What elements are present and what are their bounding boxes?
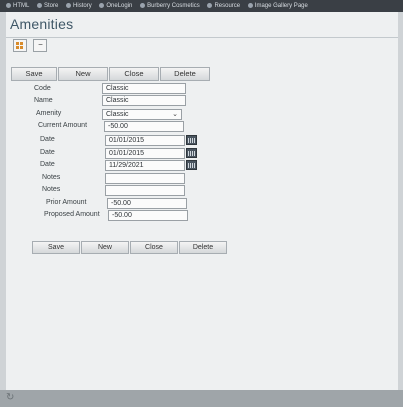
date3-label: Date	[40, 161, 55, 168]
notes1-field[interactable]	[105, 173, 185, 184]
bookmark-store[interactable]: Store	[37, 0, 58, 12]
bookmark-label: Resource	[214, 3, 241, 9]
date2-label: Date	[40, 149, 55, 156]
reload-icon[interactable]: ↻	[6, 393, 16, 403]
bookmark-html[interactable]: HTML	[6, 0, 29, 12]
close-button[interactable]: Close	[109, 67, 159, 81]
notes1-label: Notes	[42, 174, 61, 181]
bookmark-icon	[99, 2, 105, 8]
calendar-icon[interactable]	[186, 160, 197, 170]
date3-field[interactable]: 11/29/2021	[105, 160, 185, 171]
new-button[interactable]: New	[58, 67, 108, 81]
title-divider	[6, 37, 398, 38]
grid-icon	[16, 42, 24, 49]
calendar-icon[interactable]	[186, 135, 197, 145]
bookmark-icon	[207, 2, 213, 8]
save-button[interactable]: Save	[11, 67, 57, 81]
delete-button[interactable]: Delete	[160, 67, 210, 81]
top-action-bar: Save New Close Delete	[11, 63, 211, 81]
notes2-field[interactable]	[105, 185, 185, 196]
screen-bezel	[0, 390, 403, 407]
bookmark-icon	[66, 2, 72, 8]
amenity-select-value: Classic	[106, 111, 129, 118]
bookmark-label: History	[73, 3, 92, 9]
notes2-label: Notes	[42, 186, 61, 193]
new-button[interactable]: New	[81, 241, 129, 254]
chevron-down-icon: ⌄	[172, 111, 178, 118]
current-amount-label: Current Amount	[38, 122, 88, 129]
bookmark-icon	[37, 2, 43, 8]
page-title: Amenities	[10, 16, 74, 32]
bookmark-onelogin[interactable]: OneLogin	[99, 0, 132, 12]
bookmark-label: Burberry Cosmetics	[147, 3, 200, 9]
prior-amount-field[interactable]: -50.00	[107, 198, 187, 209]
date1-field[interactable]: 01/01/2015	[105, 135, 185, 146]
current-amount-field[interactable]: -50.00	[104, 121, 184, 132]
bookmark-burberry[interactable]: Burberry Cosmetics	[140, 0, 200, 12]
code-field[interactable]: Classic	[102, 83, 186, 94]
amenity-label: Amenity	[36, 110, 62, 117]
bookmarks-bar: HTML Store History OneLogin Burberry Cos…	[0, 0, 403, 12]
name-field[interactable]: Classic	[102, 95, 186, 106]
calendar-icon[interactable]	[186, 148, 197, 158]
bookmark-icon	[140, 2, 146, 8]
collapse-button[interactable]: −	[33, 39, 48, 52]
prior-amount-label: Prior Amount	[46, 199, 87, 206]
bottom-action-bar: Save New Close Delete	[32, 236, 228, 254]
code-label: Code	[34, 85, 51, 92]
bookmark-label: OneLogin	[106, 3, 133, 9]
delete-button[interactable]: Delete	[179, 241, 227, 254]
bookmark-resource[interactable]: Resource	[207, 0, 240, 12]
amenities-page: Amenities − Save New Close Delete Code Clas…	[6, 12, 398, 402]
save-button[interactable]: Save	[32, 241, 80, 254]
grid-view-button[interactable]	[13, 39, 27, 52]
name-label: Name	[34, 97, 53, 104]
bookmark-icon	[6, 2, 11, 8]
close-button[interactable]: Close	[130, 241, 178, 254]
date1-label: Date	[40, 136, 55, 143]
proposed-amount-label: Proposed Amount	[44, 211, 100, 218]
date2-field[interactable]: 01/01/2015	[105, 148, 185, 159]
amenity-select[interactable]: Classic ⌄	[102, 109, 182, 120]
bookmark-image-gallery[interactable]: Image Gallery Page	[247, 0, 308, 12]
bookmark-label: Image Gallery Page	[254, 3, 308, 9]
bookmark-history[interactable]: History	[66, 0, 92, 12]
proposed-amount-field[interactable]: -50.00	[108, 210, 188, 221]
mini-toolbar: −	[13, 39, 49, 57]
bookmark-icon	[247, 2, 253, 8]
bookmark-label: HTML	[13, 3, 30, 9]
bookmark-label: Store	[44, 3, 59, 9]
